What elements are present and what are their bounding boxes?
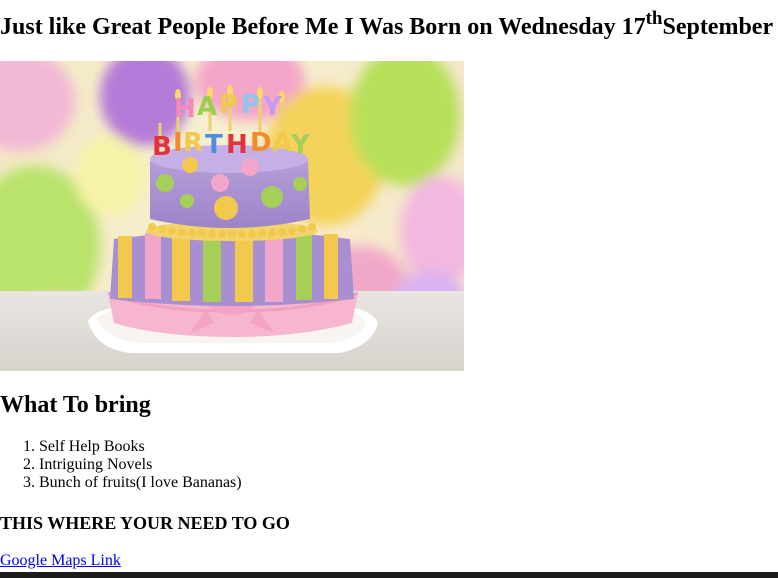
svg-text:B: B	[152, 132, 172, 162]
svg-text:T: T	[205, 130, 223, 160]
list-item: Intriguing Novels	[39, 456, 242, 474]
google-maps-link[interactable]: Google Maps Link	[0, 552, 121, 570]
web-page: Just like Great People Before Me I Was B…	[0, 0, 778, 578]
birthday-cake-illustration: H A P P Y B I R T H D A Y	[0, 61, 464, 371]
title-month: September	[662, 14, 774, 40]
svg-text:H: H	[226, 130, 248, 160]
svg-text:P: P	[219, 90, 238, 120]
svg-text:Y: Y	[262, 92, 283, 122]
location-heading: THIS WHERE YOUR NEED TO GO	[0, 513, 290, 533]
title-ordinal: th	[645, 8, 663, 29]
bring-list: Self Help Books Intriguing Novels Bunch …	[0, 438, 242, 492]
svg-text:A: A	[272, 128, 292, 158]
list-item: Bunch of fruits(I love Bananas)	[39, 474, 242, 492]
list-item: Self Help Books	[39, 438, 242, 456]
svg-text:I: I	[173, 128, 183, 158]
page-title: Just like Great People Before Me I Was B…	[0, 8, 773, 46]
svg-text:R: R	[183, 128, 203, 158]
title-main: Just like Great People Before Me I Was B…	[0, 14, 646, 40]
svg-text:H: H	[174, 94, 196, 124]
birthday-cake-image: H A P P Y B I R T H D A Y	[0, 61, 464, 371]
what-to-bring-heading: What To bring	[0, 392, 151, 418]
svg-text:A: A	[197, 92, 217, 122]
svg-text:D: D	[250, 128, 272, 158]
bottom-bar	[0, 572, 778, 578]
svg-text:Y: Y	[290, 130, 311, 160]
svg-text:P: P	[241, 90, 260, 120]
